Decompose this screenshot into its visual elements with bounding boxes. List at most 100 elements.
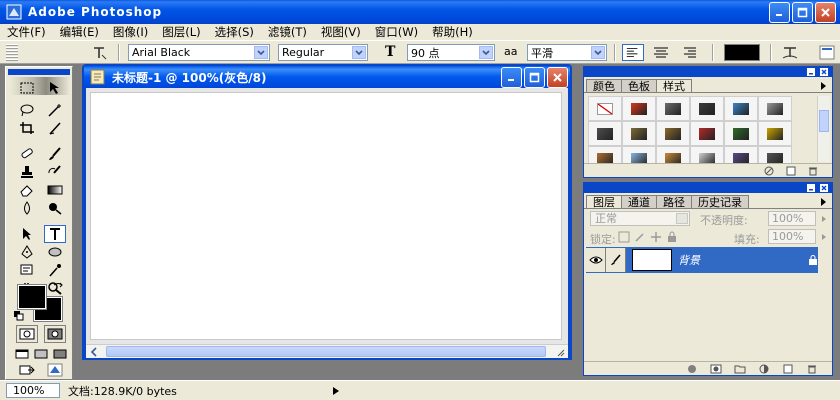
close-button[interactable] xyxy=(815,2,836,23)
fill-arrow-icon[interactable] xyxy=(820,233,828,241)
tab-history[interactable]: 历史记录 xyxy=(691,195,749,209)
eraser-tool[interactable] xyxy=(16,181,38,199)
styles-scrollbar[interactable] xyxy=(817,96,830,162)
style-swatch[interactable] xyxy=(690,96,724,121)
panel-minimize-icon[interactable] xyxy=(806,183,816,193)
gradient-tool[interactable] xyxy=(44,181,66,199)
lasso-tool[interactable] xyxy=(16,101,38,119)
blend-mode-select[interactable]: 正常 xyxy=(590,211,690,226)
toolbox-header[interactable] xyxy=(8,69,70,75)
tab-layers[interactable]: 图层 xyxy=(586,195,622,209)
quick-mask-button[interactable] xyxy=(44,325,66,343)
style-swatch[interactable] xyxy=(758,121,792,146)
fill-field[interactable]: 100% xyxy=(768,229,816,244)
style-swatch[interactable] xyxy=(724,121,758,146)
jump-to-imageready-button[interactable] xyxy=(16,361,38,379)
menu-help[interactable]: 帮助(H) xyxy=(425,24,480,40)
style-swatch[interactable] xyxy=(690,121,724,146)
panel-menu-arrow-icon[interactable] xyxy=(820,197,828,207)
blur-tool[interactable] xyxy=(16,199,38,217)
layer-visibility-toggle[interactable] xyxy=(586,248,606,272)
healing-brush-tool[interactable] xyxy=(16,145,38,163)
document-close-button[interactable] xyxy=(547,67,568,88)
opacity-field[interactable]: 100% xyxy=(768,211,816,226)
zoom-field[interactable]: 100% xyxy=(6,383,60,398)
align-left-icon[interactable] xyxy=(622,44,644,61)
dodge-tool[interactable] xyxy=(44,199,66,217)
new-layer-icon[interactable] xyxy=(782,364,794,374)
clear-style-icon[interactable] xyxy=(764,166,774,176)
font-family-select[interactable]: Arial Black xyxy=(128,44,270,61)
styles-panel-header[interactable] xyxy=(584,67,832,77)
eyedropper-tool[interactable] xyxy=(44,261,66,279)
shape-tool[interactable] xyxy=(44,243,66,261)
align-center-icon[interactable] xyxy=(650,44,672,61)
tab-swatches[interactable]: 色板 xyxy=(621,79,657,93)
foreground-color-swatch[interactable] xyxy=(17,284,47,310)
brush-tool[interactable] xyxy=(44,145,66,163)
lock-pixels-icon[interactable] xyxy=(634,231,646,243)
layer-mask-icon[interactable] xyxy=(710,364,722,374)
layer-row[interactable]: 背景 xyxy=(586,247,822,273)
style-swatch[interactable] xyxy=(588,96,622,121)
style-swatch[interactable] xyxy=(622,121,656,146)
standard-mode-button[interactable] xyxy=(16,325,38,343)
style-swatch[interactable] xyxy=(656,121,690,146)
status-menu-arrow-icon[interactable] xyxy=(332,386,340,396)
scrollbar-thumb[interactable] xyxy=(819,110,829,132)
style-swatch[interactable] xyxy=(588,121,622,146)
style-swatch[interactable] xyxy=(656,96,690,121)
text-color-swatch[interactable] xyxy=(724,44,760,61)
menu-view[interactable]: 视图(V) xyxy=(314,24,368,40)
magic-wand-tool[interactable] xyxy=(44,101,66,119)
slice-tool[interactable] xyxy=(44,119,66,137)
tab-channels[interactable]: 通道 xyxy=(621,195,657,209)
layer-link-toggle[interactable] xyxy=(606,248,626,272)
lock-transparency-icon[interactable] xyxy=(618,231,630,243)
tab-paths[interactable]: 路径 xyxy=(656,195,692,209)
menu-filter[interactable]: 滤镜(T) xyxy=(261,24,314,40)
pen-tool[interactable] xyxy=(16,243,38,261)
menu-edit[interactable]: 编辑(E) xyxy=(53,24,106,40)
swap-colors-icon[interactable] xyxy=(52,281,64,293)
type-tool[interactable] xyxy=(44,225,66,243)
font-size-select[interactable]: 90 点 xyxy=(407,44,495,61)
resize-grip-icon[interactable] xyxy=(555,347,565,357)
document-title-bar[interactable]: 未标题-1 @ 100%(灰色/8) xyxy=(84,66,570,88)
imageready-logo[interactable] xyxy=(44,361,66,379)
style-swatch[interactable] xyxy=(724,96,758,121)
layers-panel-header[interactable] xyxy=(584,183,832,193)
adjustment-layer-icon[interactable] xyxy=(758,364,770,374)
clone-stamp-tool[interactable] xyxy=(16,163,38,181)
maximize-button[interactable] xyxy=(792,2,813,23)
opacity-arrow-icon[interactable] xyxy=(820,215,828,223)
menu-layer[interactable]: 图层(L) xyxy=(155,24,207,40)
layer-style-icon[interactable] xyxy=(686,364,698,374)
trash-icon[interactable] xyxy=(808,166,818,176)
new-set-icon[interactable] xyxy=(734,364,746,374)
document-minimize-button[interactable] xyxy=(501,67,522,88)
options-bar-grip[interactable] xyxy=(6,44,18,61)
align-right-icon[interactable] xyxy=(678,44,700,61)
font-style-select[interactable]: Regular xyxy=(278,44,368,61)
lock-position-icon[interactable] xyxy=(650,231,662,243)
scrollbar-thumb[interactable] xyxy=(106,346,546,357)
menu-window[interactable]: 窗口(W) xyxy=(368,24,425,40)
move-tool[interactable] xyxy=(44,79,66,97)
horizontal-scrollbar[interactable] xyxy=(86,344,568,358)
default-colors-icon[interactable] xyxy=(14,311,24,321)
trash-icon[interactable] xyxy=(806,364,818,374)
menu-image[interactable]: 图像(I) xyxy=(106,24,155,40)
document-maximize-button[interactable] xyxy=(524,67,545,88)
menu-select[interactable]: 选择(S) xyxy=(208,24,261,40)
panel-minimize-icon[interactable] xyxy=(806,67,816,77)
text-tool-preset-icon[interactable] xyxy=(90,44,108,61)
panel-close-icon[interactable] xyxy=(819,67,829,77)
canvas[interactable] xyxy=(90,92,562,340)
new-style-icon[interactable] xyxy=(786,166,796,176)
crop-tool[interactable] xyxy=(16,119,38,137)
tab-styles[interactable]: 样式 xyxy=(656,79,692,93)
style-swatch[interactable] xyxy=(758,96,792,121)
panel-close-icon[interactable] xyxy=(819,183,829,193)
scroll-left-icon[interactable] xyxy=(89,347,99,357)
